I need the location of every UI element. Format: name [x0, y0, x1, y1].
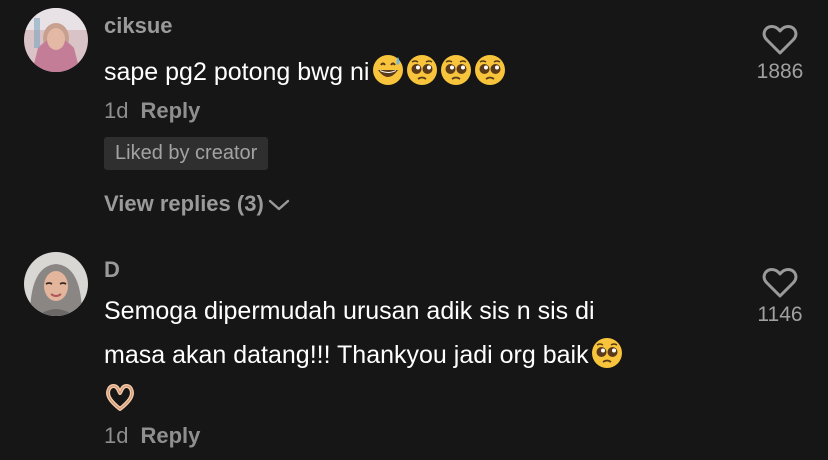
pleading-face-emoji: [440, 54, 472, 86]
like-count: 1146: [757, 303, 803, 326]
comment-username[interactable]: ciksue: [104, 13, 173, 39]
like-block: 1146: [735, 267, 825, 327]
heart-outline-icon[interactable]: [762, 24, 798, 56]
like-count: 1886: [756, 60, 804, 83]
comment-username[interactable]: D: [104, 257, 120, 283]
comment-time: 1d: [104, 423, 129, 448]
pleading-face-emoji: [406, 54, 438, 86]
comment-text: sape pg2 potong bwg ni: [104, 50, 744, 94]
view-replies-label: View replies (3): [104, 191, 264, 216]
comment-item: D Semoga dipermudah urusan adik sis n si…: [0, 240, 828, 460]
comment-time: 1d: [104, 98, 129, 123]
avatar[interactable]: [24, 8, 88, 72]
comment-text-line: Semoga dipermudah urusan adik sis n sis …: [104, 297, 595, 325]
pleading-face-emoji: [474, 54, 506, 86]
heart-hands-emoji: [104, 381, 136, 413]
comment-item: ciksue sape pg2 potong bwg ni 1d Reply Li…: [0, 0, 828, 240]
comment-text-body: sape pg2 potong bwg ni: [104, 58, 370, 86]
liked-by-creator-badge: Liked by creator: [104, 137, 269, 170]
comment-text-line-emoji: [104, 377, 744, 421]
comment-meta: 1d Reply: [104, 98, 200, 124]
comment-meta: 1d Reply: [104, 423, 200, 449]
grinning-sweat-emoji: [372, 54, 404, 86]
like-block: 1886: [735, 24, 825, 84]
heart-outline-icon[interactable]: [762, 267, 798, 299]
comment-text-line-wrap: masa akan datang!!! Thankyou jadi org ba…: [104, 333, 744, 377]
comment-text-line: masa akan datang!!! Thankyou jadi org ba…: [104, 341, 589, 369]
pleading-face-emoji: [591, 337, 623, 369]
reply-button[interactable]: Reply: [140, 98, 200, 123]
view-replies-button[interactable]: View replies (3): [104, 191, 290, 217]
comment-text: Semoga dipermudah urusan adik sis n sis …: [104, 289, 744, 421]
chevron-down-icon: [268, 199, 289, 211]
reply-button[interactable]: Reply: [140, 423, 200, 448]
avatar[interactable]: [24, 252, 88, 316]
